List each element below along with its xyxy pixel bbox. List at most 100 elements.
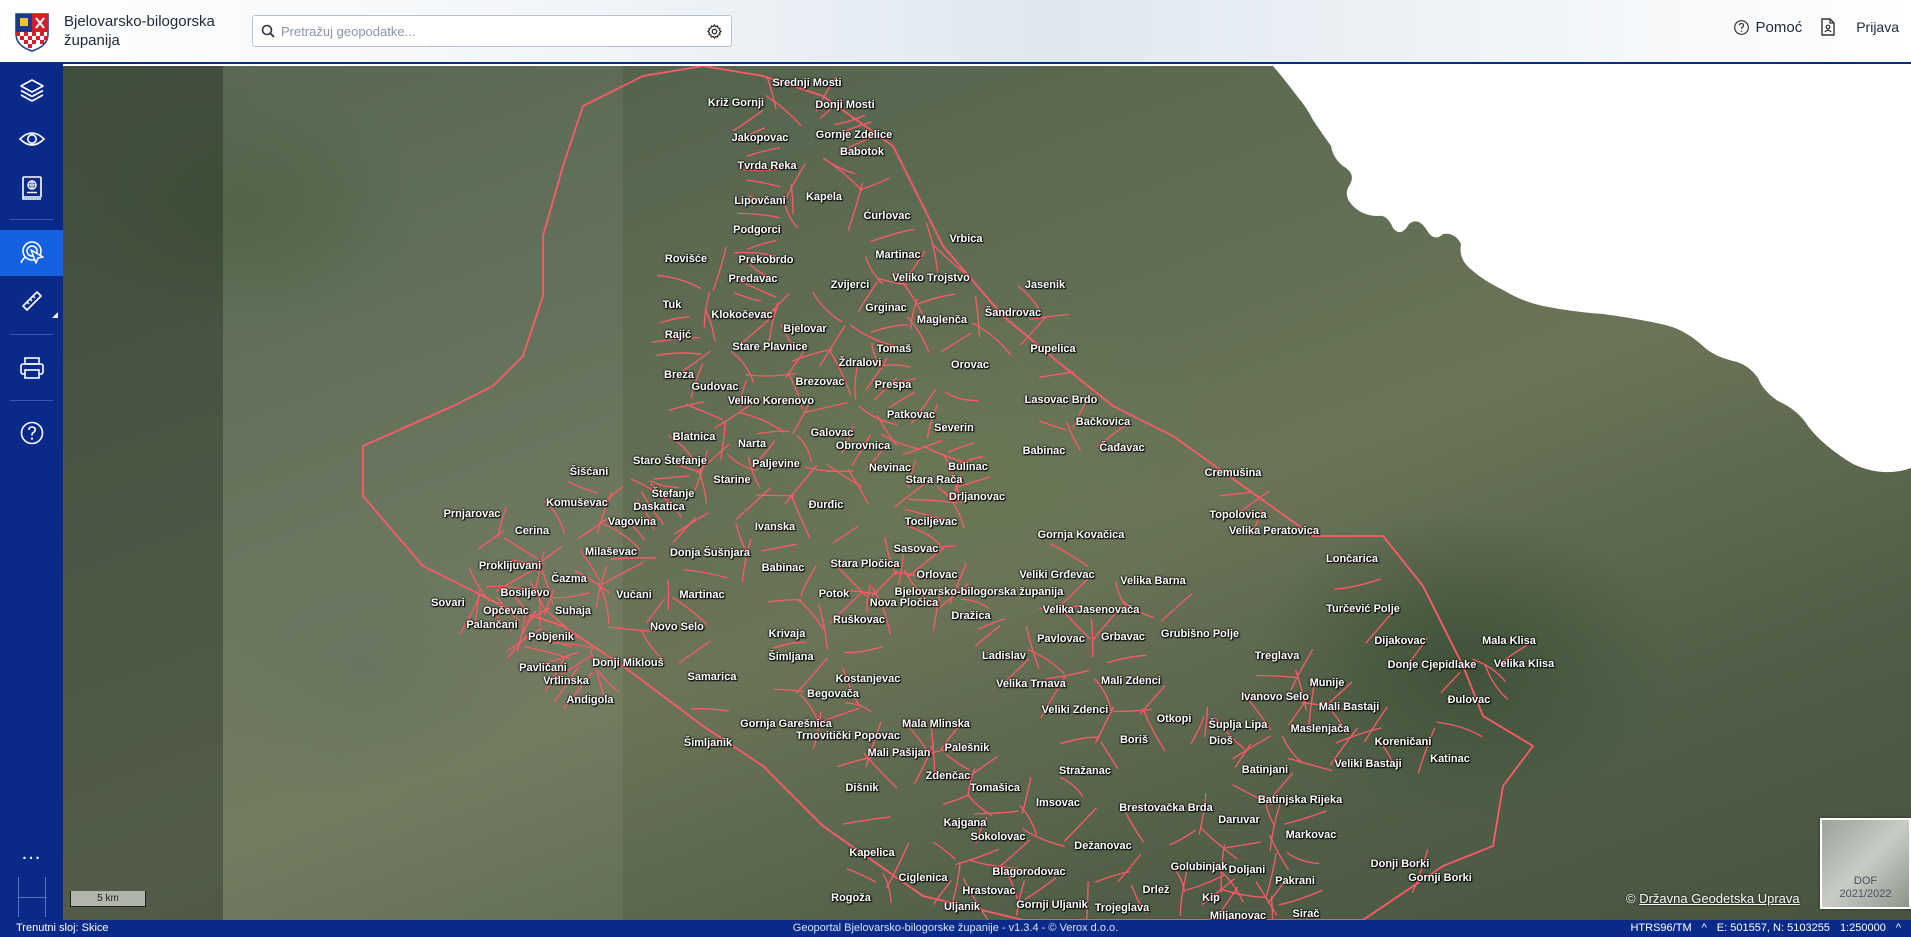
- left-toolbar: ...: [0, 64, 63, 920]
- place-label: Pavlovac: [1037, 633, 1085, 645]
- place-label: Topolovica: [1209, 509, 1267, 521]
- place-label: Novo Selo: [650, 621, 704, 633]
- place-label: Đurđic: [808, 499, 844, 511]
- county-coat-of-arms-logo[interactable]: [14, 10, 50, 52]
- place-label: Begovača: [807, 688, 859, 700]
- basemap-label-line2: 2021/2022: [1839, 888, 1892, 900]
- place-label: Proklijuvani: [478, 560, 542, 572]
- current-layer-text: Trenutni sloj: Skice: [16, 922, 109, 934]
- measure-button[interactable]: [0, 278, 63, 324]
- fullscreen-button[interactable]: [1860, 186, 1892, 218]
- place-label: Kostanjevac: [835, 673, 901, 685]
- eye-icon: [18, 132, 45, 146]
- login-link[interactable]: Prijava: [1820, 18, 1899, 36]
- place-label: Ivanovo Selo: [1241, 691, 1309, 703]
- place-label: Lončarica: [1326, 553, 1378, 565]
- place-label: Klokočevac: [711, 309, 773, 321]
- zoom-out-button[interactable]: [1860, 138, 1892, 170]
- place-label: Vagovina: [607, 516, 657, 528]
- place-label: Donji Mosti: [815, 99, 875, 111]
- crs-label: HTRS96/TM: [1630, 922, 1692, 934]
- header-actions: Pomoć Prijava: [1733, 18, 1899, 36]
- legend-button[interactable]: [0, 165, 63, 211]
- place-label: Potok: [818, 588, 850, 600]
- place-label: Ruškovac: [833, 614, 885, 626]
- identify-button[interactable]: [0, 230, 63, 276]
- place-label: Blatnica: [672, 431, 716, 443]
- app-version-text: Geoportal Bjelovarsko-bilogorske županij…: [792, 922, 1119, 934]
- place-label: Daskatica: [633, 501, 685, 513]
- search-input[interactable]: [281, 23, 706, 39]
- place-label: Hrastovac: [962, 885, 1016, 897]
- toolbar-separator: [10, 400, 53, 401]
- place-label: Grubišno Polje: [1160, 628, 1240, 640]
- search-settings-gear-icon[interactable]: [706, 23, 723, 40]
- place-label: Blagorodovac: [992, 866, 1066, 878]
- place-label: Gornje Zdelice: [815, 129, 893, 141]
- help-button[interactable]: [0, 410, 63, 456]
- print-button[interactable]: [0, 345, 63, 391]
- place-label: Pupelica: [1030, 343, 1076, 355]
- search-icon: [261, 24, 275, 38]
- zoom-in-button[interactable]: [1860, 90, 1892, 122]
- expand-arrows-icon: [1866, 290, 1886, 310]
- place-label: Ždralovi: [838, 357, 882, 369]
- visibility-button[interactable]: [0, 116, 63, 162]
- place-label: Drljanovac: [948, 491, 1006, 503]
- place-label: Vrbica: [949, 233, 983, 245]
- place-label: Stara Rača: [905, 474, 963, 486]
- fullscreen-icon: [1865, 191, 1887, 213]
- place-label: Babotok: [840, 146, 884, 158]
- place-label: Dijakovac: [1374, 635, 1426, 647]
- county-name-line2: županija: [64, 32, 120, 49]
- place-label: Miljanovac: [1209, 910, 1267, 920]
- place-label: Gornji Uljanik: [1016, 899, 1088, 911]
- status-right: HTRS96/TM ^ E: 501557, N: 5103255 1:2500…: [1630, 920, 1901, 937]
- status-bar: Geoportal Bjelovarsko-bilogorske županij…: [0, 920, 1911, 937]
- place-label: Donji Miklouš: [592, 657, 664, 669]
- place-label: Orovac: [951, 359, 989, 371]
- place-label: Predavac: [728, 273, 778, 285]
- place-label: Šimljanik: [683, 737, 733, 749]
- place-label: Suhaja: [554, 605, 592, 617]
- place-label: Pobjenik: [528, 631, 574, 643]
- place-label: Velika Peratovica: [1229, 525, 1319, 537]
- place-label: Grbavac: [1100, 631, 1146, 643]
- place-label: Maslenjača: [1290, 723, 1350, 735]
- place-label: Komuševac: [546, 497, 608, 509]
- place-label: Markovac: [1285, 829, 1337, 841]
- place-label: Prnjarovac: [443, 508, 501, 520]
- place-label: Mali Bastaji: [1318, 701, 1380, 713]
- place-label: Veliko Trojstvo: [892, 272, 970, 284]
- scale-toggle-icon[interactable]: ^: [1896, 920, 1901, 937]
- place-label: Treglava: [1254, 650, 1300, 662]
- place-label: Štefanje: [651, 488, 695, 500]
- app-header: Bjelovarsko-bilogorska županija Pomoć: [0, 0, 1911, 64]
- help-link[interactable]: Pomoć: [1733, 19, 1802, 36]
- place-label: Gudovac: [691, 381, 739, 393]
- attribution: © Državna Geodetska Uprava: [1626, 891, 1800, 906]
- place-label: Bačkovica: [1075, 416, 1131, 428]
- toolbar-grid-handle[interactable]: [18, 877, 47, 917]
- place-label: Tomašica: [970, 782, 1020, 794]
- map-settings-button[interactable]: [1860, 332, 1892, 364]
- attribution-link[interactable]: Državna Geodetska Uprava: [1639, 891, 1799, 906]
- place-label: Sirač: [1292, 908, 1320, 920]
- coord-toggle-icon[interactable]: ^: [1702, 920, 1707, 937]
- map-scale: 1:250000: [1839, 922, 1886, 934]
- place-label: Trojeglava: [1094, 902, 1150, 914]
- place-label: Tvrda Reka: [737, 160, 797, 172]
- place-label: Gornja Garešnica: [740, 718, 832, 730]
- place-label: Šišćani: [569, 466, 609, 478]
- county-name[interactable]: Bjelovarsko-bilogorska županija: [64, 12, 244, 50]
- toolbar-separator: [10, 219, 53, 220]
- map-view[interactable]: Srednji Mosti Križ Gornji Donji Mosti Jakop…: [63, 66, 1911, 920]
- basemap-switcher[interactable]: DOF 2021/2022: [1820, 818, 1911, 909]
- place-label: Koreničani: [1374, 736, 1432, 748]
- layers-button[interactable]: [0, 67, 63, 113]
- more-tools-button[interactable]: ...: [0, 842, 63, 872]
- zoom-to-extent-button[interactable]: [1860, 284, 1892, 316]
- compass-button[interactable]: [1860, 235, 1892, 267]
- place-label: Imsovac: [1035, 797, 1081, 809]
- place-label: Donji Borki: [1370, 858, 1430, 870]
